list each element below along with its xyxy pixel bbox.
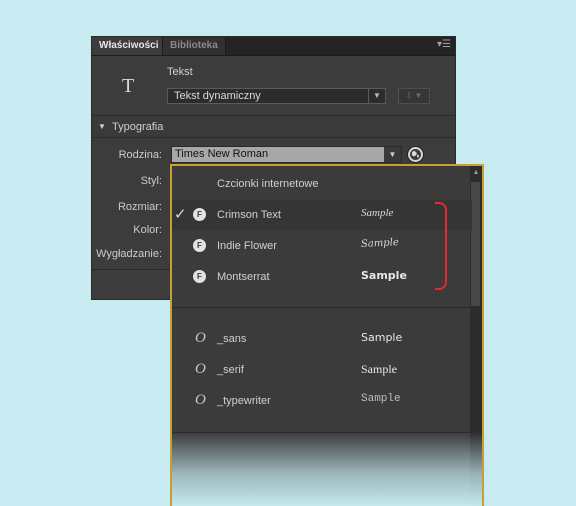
scroll-thumb[interactable] — [471, 182, 480, 306]
size-label: Rozmiar: — [117, 201, 162, 213]
chevron-down-icon[interactable]: ▼ — [384, 147, 401, 162]
text-label: Tekst — [167, 66, 193, 78]
text-type-value: Tekst dynamiczny — [174, 90, 261, 102]
collapse-triangle-icon: ▼ — [98, 122, 106, 131]
panel-menu-icon[interactable]: ▾☰ — [437, 39, 451, 51]
divider — [92, 137, 455, 138]
section-title: Typografia — [112, 121, 164, 133]
device-font-icon: O — [195, 361, 206, 377]
web-font-icon: F — [193, 208, 206, 221]
web-fonts-heading: Czcionki internetowe — [217, 178, 319, 190]
globe-icon[interactable] — [407, 146, 424, 163]
smoothing-label: Wygładzanie: — [96, 248, 162, 260]
web-font-icon: F — [193, 239, 206, 252]
tab-properties[interactable]: Właściwości — [92, 37, 166, 55]
web-font-icon: F — [193, 270, 206, 283]
font-item-sans[interactable]: O _sans Sample — [172, 324, 472, 354]
scroll-up-icon[interactable]: ▲ — [470, 169, 482, 176]
typography-section-header[interactable]: ▼ Typografia — [92, 117, 455, 137]
font-item-crimson-text[interactable]: ✓ F Crimson Text Sample — [172, 200, 472, 230]
font-name: Indie Flower — [217, 240, 277, 252]
checkmark-icon: ✓ — [174, 206, 187, 223]
font-family-value: Times New Roman — [175, 148, 269, 160]
chevron-down-icon: ▼ — [368, 89, 385, 103]
font-family-field[interactable]: Times New Roman ▼ — [171, 146, 402, 163]
panel-tabbar: Właściwości Biblioteka ▾☰ — [92, 37, 455, 56]
style-label: Styl: — [140, 175, 162, 187]
color-label: Kolor: — [133, 224, 162, 236]
font-name: Montserrat — [217, 271, 270, 283]
text-tool-icon: T — [122, 75, 135, 97]
font-dropdown-list: ▲ Czcionki internetowe ✓ F Crimson Text … — [170, 164, 484, 506]
font-sample: Sample — [361, 269, 407, 282]
font-item-serif[interactable]: O _serif Sample — [172, 355, 472, 385]
highlight-bracket — [435, 202, 447, 290]
font-name: Crimson Text — [217, 209, 281, 221]
font-sample: Sample — [361, 362, 397, 376]
family-label: Rodzina: — [118, 149, 162, 161]
divider — [172, 307, 472, 308]
device-font-icon: O — [195, 330, 206, 346]
tab-library[interactable]: Biblioteka — [162, 37, 226, 55]
divider — [92, 115, 455, 116]
font-name: _typewriter — [217, 395, 271, 407]
font-sample: Sample — [361, 393, 401, 405]
font-sample: Sample — [361, 331, 403, 344]
device-font-icon: O — [195, 392, 206, 408]
font-item-typewriter[interactable]: O _typewriter Sample — [172, 386, 472, 416]
orientation-button[interactable]: ⇩ ▼ — [398, 88, 430, 104]
font-name: _serif — [217, 364, 244, 376]
font-name: _sans — [217, 333, 247, 345]
font-sample: Sample — [361, 207, 394, 219]
text-type-dropdown[interactable]: Tekst dynamiczny ▼ — [167, 88, 386, 104]
font-item-indie-flower[interactable]: F Indie Flower Sample — [172, 231, 472, 261]
fade-overlay — [172, 432, 482, 506]
font-sample: Sample — [360, 237, 400, 250]
font-item-montserrat[interactable]: F Montserrat Sample — [172, 262, 472, 292]
